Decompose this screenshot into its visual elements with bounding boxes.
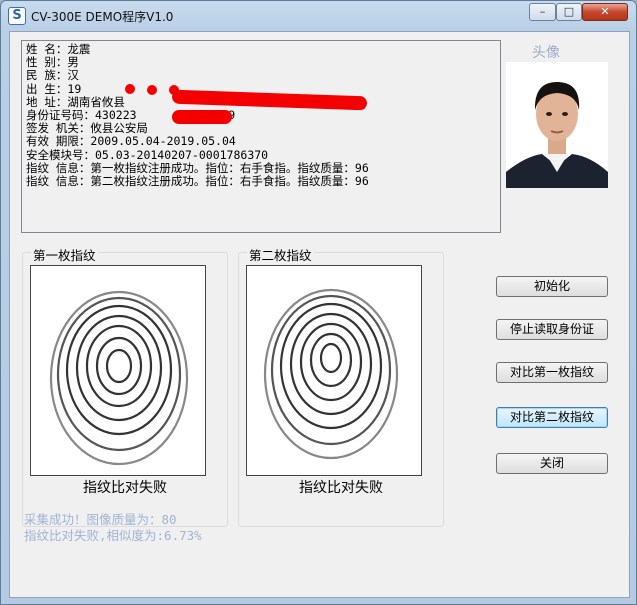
info-fingerprint-2: 指纹 信息：第二枚指纹注册成功。指位：右手食指。指纹质量：96 bbox=[26, 174, 369, 189]
window-title: CV-300E DEMO程序V1.0 bbox=[31, 10, 174, 24]
fingerprint-2-group: 第二枚指纹 指纹比对失败 bbox=[238, 245, 444, 527]
fingerprint-2-result: 指纹比对失败 bbox=[299, 480, 383, 496]
redaction-stroke bbox=[172, 110, 232, 124]
close-window-button[interactable]: ✕ bbox=[582, 3, 628, 21]
compare-fingerprint-2-button[interactable]: 对比第二枚指纹 bbox=[496, 407, 608, 428]
compare-fingerprint-1-button[interactable]: 对比第一枚指纹 bbox=[496, 362, 608, 383]
maximize-button[interactable]: □ bbox=[556, 3, 582, 21]
info-id-prefix: 身份证号码：430223 bbox=[26, 108, 137, 123]
title-bar[interactable]: S CV-300E DEMO程序V1.0 – □ ✕ bbox=[1, 1, 636, 31]
client-area: 姓 名：龙震 性 别：男 民 族：汉 出 生：19 地 址：湖南省攸县 身份证号… bbox=[9, 31, 630, 598]
app-logo-icon: S bbox=[8, 7, 26, 25]
info-security-module: 安全模块号：05.03-20140207-0001786370 bbox=[26, 147, 269, 162]
fingerprint-1-group: 第一枚指纹 指纹比对失败 bbox=[22, 245, 228, 527]
fingerprint-1-result: 指纹比对失败 bbox=[83, 480, 167, 496]
info-ethnicity: 民 族：汉 bbox=[26, 68, 79, 83]
redaction-dot bbox=[147, 85, 157, 95]
init-button[interactable]: 初始化 bbox=[496, 276, 608, 297]
photo-label: 头像 bbox=[532, 45, 560, 61]
redaction-dot bbox=[125, 84, 135, 94]
fingerprint-2-label: 第二枚指纹 bbox=[247, 245, 314, 264]
close-button[interactable]: 关闭 bbox=[496, 453, 608, 474]
info-name: 姓 名：龙震 bbox=[26, 42, 91, 56]
info-gender: 性 别：男 bbox=[26, 55, 79, 70]
app-window: S CV-300E DEMO程序V1.0 – □ ✕ 姓 名：龙震 性 别：男 … bbox=[0, 0, 637, 605]
id-photo bbox=[506, 62, 608, 188]
stop-read-id-button[interactable]: 停止读取身份证 bbox=[496, 319, 608, 340]
fingerprint-2-image bbox=[246, 265, 422, 476]
status-compare: 指纹比对失败,相似度为:6.73% bbox=[24, 528, 202, 543]
id-info-panel: 姓 名：龙震 性 别：男 民 族：汉 出 生：19 地 址：湖南省攸县 身份证号… bbox=[21, 40, 501, 233]
minimize-button[interactable]: – bbox=[529, 3, 556, 21]
fingerprint-1-image bbox=[30, 265, 206, 476]
info-validity: 有效 期限：2009.05.04-2019.05.04 bbox=[26, 134, 236, 149]
fingerprint-1-label: 第一枚指纹 bbox=[31, 245, 98, 264]
